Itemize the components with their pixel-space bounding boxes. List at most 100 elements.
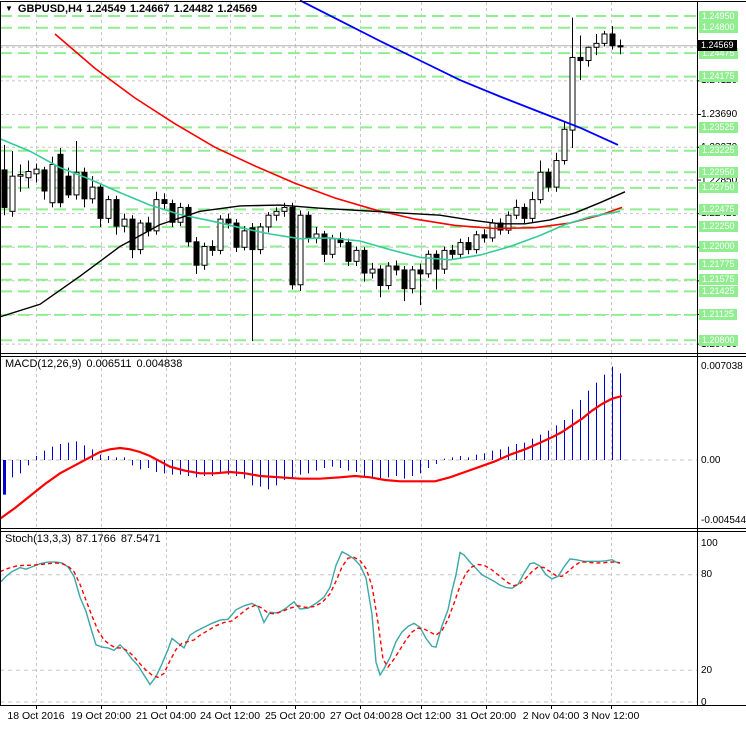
candle-body <box>609 33 616 47</box>
candle-body <box>409 269 416 290</box>
time-axis-label: 2 Nov 04:00 <box>522 710 580 722</box>
price-level-label: 1.23525 <box>699 121 738 133</box>
time-axis-label: 21 Oct 04:00 <box>135 710 197 722</box>
stoch-d-line <box>0 556 621 679</box>
chart-title: ▼ GBPUSD,H4 1.24549 1.24667 1.24482 1.24569 <box>5 3 261 15</box>
candle-body <box>33 168 40 175</box>
stoch-axis-label: 20 <box>701 664 713 676</box>
candle-body <box>49 163 56 204</box>
current-price-label: 1.24569 <box>698 40 737 52</box>
candle-body <box>449 249 456 255</box>
candle-body <box>25 170 32 179</box>
candle-body <box>89 186 96 200</box>
price-level-label: 1.20800 <box>699 334 738 346</box>
price-level-label: 1.24950 <box>699 10 738 22</box>
candle-body <box>545 171 552 188</box>
candle-body <box>489 222 496 239</box>
time-axis-label: 24 Oct 12:00 <box>199 710 261 722</box>
macd-axis-label: 0.007038 <box>701 360 743 372</box>
candle-body <box>289 206 296 286</box>
candle-body <box>185 206 192 243</box>
candle-body <box>129 218 136 251</box>
time-axis-label: 31 Oct 20:00 <box>455 710 517 722</box>
candle-body <box>329 238 336 255</box>
candle-body <box>585 46 592 62</box>
price-level-label: 1.22250 <box>699 221 738 233</box>
symbol-dropdown-icon[interactable]: ▼ <box>5 4 13 13</box>
title-high-value: 1.24667 <box>129 3 170 15</box>
candle-body <box>433 253 440 270</box>
price-level-label: 1.22950 <box>699 166 738 178</box>
price-level-label: 1.22475 <box>699 203 738 215</box>
candle-body <box>209 245 216 251</box>
price-level-label: 1.21425 <box>699 285 738 297</box>
candle-body <box>529 199 536 219</box>
candle-body <box>401 269 408 290</box>
candle-body <box>417 269 424 275</box>
time-axis-label: 3 Nov 12:00 <box>582 710 640 722</box>
chart-window: ▼ GBPUSD,H4 1.24549 1.24667 1.24482 1.24569 M… <box>0 0 746 731</box>
price-level-label: 1.22750 <box>699 182 738 194</box>
candle-body <box>1 169 8 208</box>
macd-axis-label: -0.004544 <box>701 515 746 527</box>
candle-body <box>465 242 472 251</box>
stoch-axis-label: 0 <box>701 696 707 708</box>
candle-body <box>593 42 600 48</box>
candle-body <box>201 245 208 266</box>
candle-body <box>313 233 320 239</box>
stoch-indicator-label: Stoch(13,3,3) 87.1766 87.5471 <box>5 533 166 545</box>
macd-axis-label: 0.00 <box>701 454 721 466</box>
candle-body <box>617 45 624 48</box>
candle-body <box>281 206 288 212</box>
macd-signal-line <box>0 394 623 520</box>
candle-body <box>9 175 16 212</box>
candle-body <box>41 169 48 192</box>
macd-value-2: 0.004838 <box>136 358 183 370</box>
candle-body <box>553 160 560 188</box>
candle-body <box>361 249 368 274</box>
price-level-label: 1.24175 <box>699 71 738 83</box>
candle-body <box>17 174 24 177</box>
macd-value-1: 0.006511 <box>86 358 132 370</box>
stoch-value-2: 87.5471 <box>120 533 161 545</box>
price-level-label: 1.24800 <box>699 22 738 34</box>
stoch-name: Stoch(13,3,3) <box>5 533 72 545</box>
candle-body <box>393 265 400 271</box>
candle-body <box>537 171 544 201</box>
stoch-axis-label: 100 <box>701 537 718 549</box>
candle-body <box>225 218 232 224</box>
price-level-label: 1.21125 <box>699 309 737 321</box>
candle-body <box>377 268 384 287</box>
stoch-axis-label: 80 <box>701 569 713 581</box>
candle-body <box>273 210 280 216</box>
candle-body <box>97 186 104 219</box>
candle-body <box>369 268 376 274</box>
time-axis-label: 25 Oct 20:00 <box>264 710 326 722</box>
price-level-label: 1.21575 <box>699 274 738 286</box>
candle-body <box>353 249 360 262</box>
candle-body <box>305 214 312 239</box>
candle-body <box>257 226 264 251</box>
candle-body <box>105 199 112 219</box>
title-open-value: 1.24549 <box>86 3 126 15</box>
candle-body <box>385 265 392 287</box>
time-axis-label: 27 Oct 04:00 <box>329 710 391 722</box>
candle-body <box>457 242 464 255</box>
candle-body <box>345 242 352 262</box>
candle-body <box>65 175 72 196</box>
candle-body <box>57 153 64 204</box>
price-level-label: 1.23225 <box>699 145 738 157</box>
candle-body <box>113 199 120 227</box>
candle-body <box>601 33 608 44</box>
price-grid-label: 1.23690 <box>701 108 738 120</box>
title-low-value: 1.24482 <box>173 3 214 15</box>
stoch-value-1: 87.1766 <box>76 533 116 545</box>
candle-body <box>121 218 128 227</box>
candle-body <box>241 230 248 248</box>
candle-body <box>161 199 168 205</box>
price-level-label: 1.21775 <box>699 258 738 270</box>
candle-body <box>297 214 304 286</box>
candle-body <box>265 214 272 228</box>
candle-body <box>73 171 80 196</box>
time-axis-label: 28 Oct 12:00 <box>390 710 452 722</box>
